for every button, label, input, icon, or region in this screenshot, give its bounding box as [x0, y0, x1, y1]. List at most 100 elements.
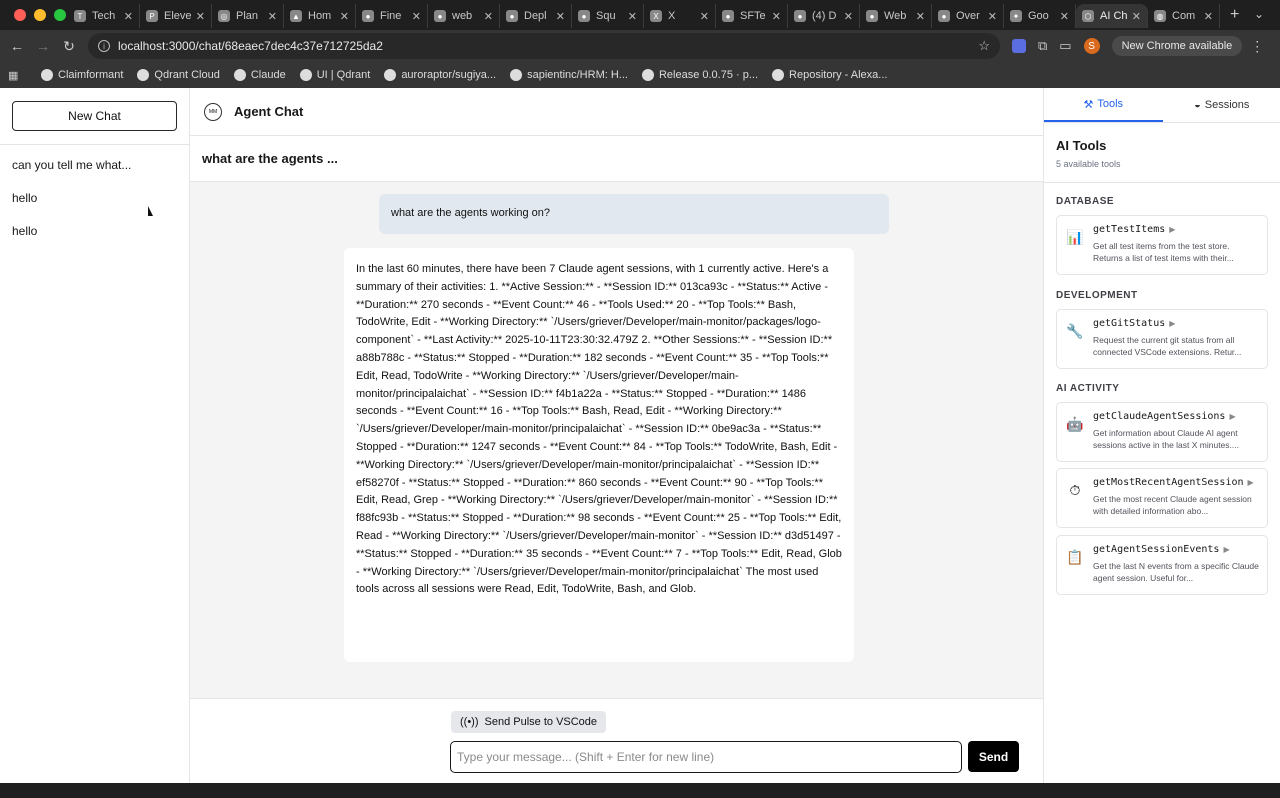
tab-close-icon[interactable]: ✕ [988, 10, 997, 23]
url-text: localhost:3000/chat/68eaec7dec4c37e71272… [118, 39, 383, 53]
tab-favicon-icon: T [74, 10, 86, 22]
send-pulse-button[interactable]: ((•)) Send Pulse to VSCode [451, 711, 607, 733]
new-chat-button[interactable]: New Chat [12, 101, 177, 131]
tab-close-icon[interactable]: ✕ [196, 10, 205, 23]
tab-close-icon[interactable]: ✕ [772, 10, 781, 23]
tab-close-icon[interactable]: ✕ [628, 10, 637, 23]
browser-tab[interactable]: ● Over ✕ [932, 4, 1004, 28]
tab-close-icon[interactable]: ✕ [844, 10, 853, 23]
tab-search-chevron-icon[interactable]: ⌄ [1254, 7, 1264, 21]
app-title: Agent Chat [234, 104, 304, 119]
bookmark-favicon-icon [137, 69, 150, 81]
close-window-button[interactable] [14, 9, 26, 21]
expand-arrow-icon[interactable]: ▶ [1223, 545, 1229, 554]
bookmark-item[interactable]: Qdrant Cloud [137, 69, 220, 81]
tool-card[interactable]: 🔧 getGitStatus ▶ Request the current git st… [1056, 309, 1268, 369]
tab-close-icon[interactable]: ✕ [700, 10, 709, 23]
sidebar-divider [0, 144, 190, 145]
tab-favicon-icon: ● [506, 10, 518, 22]
tool-name: getMostRecentAgentSession ▶ [1093, 477, 1254, 488]
reload-icon[interactable]: ↻ [56, 38, 82, 55]
tab-close-icon[interactable]: ✕ [916, 10, 925, 23]
tab-close-icon[interactable]: ✕ [340, 10, 349, 23]
browser-tab[interactable]: ● Squ ✕ [572, 4, 644, 28]
robot-icon: 🤖 [1066, 415, 1084, 432]
maximize-window-button[interactable] [54, 9, 66, 21]
tab-favicon-icon: ✦ [1010, 10, 1022, 22]
profile-avatar[interactable]: S [1083, 38, 1100, 54]
browser-tab[interactable]: T Tech ✕ [68, 4, 140, 28]
bookmark-item[interactable]: Claude [233, 69, 286, 81]
bookmark-favicon-icon [641, 69, 654, 81]
browser-tab[interactable]: ● Fine ✕ [356, 4, 428, 28]
tool-description: Get all test items from the test store. … [1093, 241, 1234, 263]
tab-close-icon[interactable]: ✕ [556, 10, 565, 23]
tool-card[interactable]: 🤖 getClaudeAgentSessions ▶ Get information … [1056, 402, 1268, 462]
back-arrow-icon[interactable]: ← [4, 38, 30, 54]
send-button[interactable]: Send [968, 741, 1019, 772]
browser-tab[interactable]: ✦ Goo ✕ [1004, 4, 1076, 28]
tools-panel-tabs: ⚒ Tools ◒ Sessions [1044, 88, 1280, 123]
browser-tab[interactable]: ⬡ AI Ch ✕ [1076, 4, 1148, 28]
tool-card[interactable]: 📋 getAgentSessionEvents ▶ Get the last N ev… [1056, 535, 1268, 595]
tab-tools-label: Tools [1097, 98, 1124, 110]
tab-sessions[interactable]: ◒ Sessions [1163, 88, 1280, 122]
tab-close-icon[interactable]: ✕ [124, 10, 133, 23]
side-panel-icon[interactable]: ▭ [1059, 38, 1071, 54]
browser-tab[interactable]: ● (4) D ✕ [788, 4, 860, 28]
tab-favicon-icon: ● [866, 10, 878, 22]
browser-tab[interactable]: ▲ Hom ✕ [284, 4, 356, 28]
tools-header: AI Tools 5 available tools [1044, 123, 1280, 183]
tool-card[interactable]: ⏱ getMostRecentAgentSession ▶ Get the most … [1056, 468, 1268, 528]
apps-grid-icon[interactable]: ▦ [8, 69, 27, 82]
tool-section-label: AI ACTIVITY [1056, 383, 1120, 394]
forward-arrow-icon[interactable]: → [30, 38, 56, 54]
tab-tools[interactable]: ⚒ Tools [1044, 88, 1163, 122]
extension-icon[interactable] [1012, 39, 1026, 53]
conversation-item[interactable]: hello [12, 224, 37, 238]
message-input[interactable] [450, 741, 962, 773]
tab-label: Over [956, 10, 980, 22]
browser-tab[interactable]: X X ✕ [644, 4, 716, 28]
bookmark-label: Claude [250, 69, 286, 81]
tab-label: Plan [236, 10, 259, 22]
expand-arrow-icon[interactable]: ▶ [1169, 319, 1175, 328]
new-tab-icon[interactable]: + [1230, 6, 1239, 24]
tab-close-icon[interactable]: ✕ [412, 10, 421, 23]
browser-tab[interactable]: ◎ Plan ✕ [212, 4, 284, 28]
tool-description: Request the current git status from all … [1093, 335, 1242, 357]
expand-arrow-icon[interactable]: ▶ [1229, 412, 1235, 421]
address-bar[interactable]: i localhost:3000/chat/68eaec7dec4c37e712… [88, 33, 1000, 59]
bookmark-star-icon[interactable]: ☆ [978, 38, 990, 54]
minimize-window-button[interactable] [34, 9, 46, 21]
tab-close-icon[interactable]: ✕ [1204, 10, 1213, 23]
bookmark-item[interactable]: Claimformant [41, 69, 123, 81]
browser-tab[interactable]: ● Web ✕ [860, 4, 932, 28]
bookmark-item[interactable]: Release 0.0.75 · p... [641, 69, 758, 81]
expand-arrow-icon[interactable]: ▶ [1169, 225, 1175, 234]
bookmark-label: Claimformant [58, 69, 124, 81]
tool-card[interactable]: 📊 getTestItems ▶ Get all test items from th… [1056, 215, 1268, 275]
site-info-icon[interactable]: i [98, 40, 110, 52]
tab-close-icon[interactable]: ✕ [268, 10, 277, 23]
expand-arrow-icon[interactable]: ▶ [1248, 478, 1254, 487]
bookmark-item[interactable]: auroraptor/sugiya... [384, 69, 496, 81]
browser-tab[interactable]: ● web ✕ [428, 4, 500, 28]
puzzle-extensions-icon[interactable]: ⧉ [1038, 38, 1047, 54]
mouse-cursor [148, 206, 153, 216]
tab-close-icon[interactable]: ✕ [484, 10, 493, 23]
bookmark-item[interactable]: UI | Qdrant [299, 69, 370, 81]
send-pulse-label: Send Pulse to VSCode [484, 716, 598, 728]
browser-tab[interactable]: ● Depl ✕ [500, 4, 572, 28]
conversation-item[interactable]: can you tell me what... [12, 158, 131, 172]
more-menu-icon[interactable]: ⋮ [1250, 38, 1264, 55]
browser-tab[interactable]: ● SFTe ✕ [716, 4, 788, 28]
bookmark-item[interactable]: Repository - Alexa... [772, 69, 887, 81]
update-chrome-button[interactable]: New Chrome available [1111, 36, 1243, 56]
tab-close-icon[interactable]: ✕ [1132, 10, 1141, 23]
conversation-item[interactable]: hello [12, 191, 37, 205]
bookmark-item[interactable]: sapientinc/HRM: H... [510, 69, 628, 81]
browser-tab[interactable]: P Eleve ✕ [140, 4, 212, 28]
tab-close-icon[interactable]: ✕ [1060, 10, 1069, 23]
browser-tab[interactable]: ◍ Com ✕ [1148, 4, 1220, 28]
